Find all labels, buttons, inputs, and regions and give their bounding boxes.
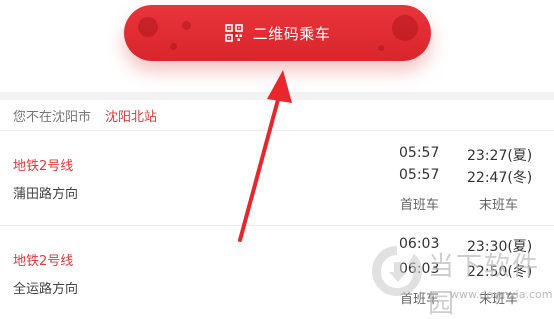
first-train-label: 首班车 xyxy=(400,292,440,307)
first-train-label: 首班车 xyxy=(400,198,440,213)
line-direction: 全运路方向 xyxy=(13,282,79,297)
qr-code-icon xyxy=(224,24,243,42)
decor-bubble xyxy=(170,43,177,50)
last-train-label: 末班车 xyxy=(479,292,519,307)
decor-bubble xyxy=(182,21,191,30)
section-divider xyxy=(0,92,554,100)
decor-bubble xyxy=(378,45,384,51)
last-train-time: 23:30(夏) xyxy=(467,239,533,255)
line-name: 地铁2号线 xyxy=(13,254,74,269)
line-direction: 蒲田路方向 xyxy=(13,187,79,202)
last-train-time: 22:50(冬) xyxy=(467,264,533,280)
line-row[interactable]: 地铁2号线 全运路方向 06:03 23:30(夏) 06:03 22:50(冬… xyxy=(0,226,554,319)
first-train-time: 06:03 xyxy=(399,236,440,252)
line-name: 地铁2号线 xyxy=(13,159,74,174)
decor-bubble xyxy=(392,15,418,41)
qr-ride-label: 二维码乘车 xyxy=(252,24,331,43)
first-train-time: 06:03 xyxy=(399,261,440,277)
last-train-time: 23:27(夏) xyxy=(467,148,533,164)
first-train-time: 05:57 xyxy=(399,145,440,161)
last-train-label: 末班车 xyxy=(479,198,519,213)
station-link[interactable]: 沈阳北站 xyxy=(105,106,157,125)
decor-bubble xyxy=(138,17,158,37)
city-bar: 您不在沈阳市 沈阳北站 xyxy=(0,100,554,131)
last-train-time: 22:47(冬) xyxy=(467,170,533,186)
line-row[interactable]: 地铁2号线 蒲田路方向 05:57 23:27(夏) 05:57 22:47(冬… xyxy=(0,131,554,226)
top-area: 二维码乘车 xyxy=(0,0,554,92)
first-train-time: 05:57 xyxy=(399,167,440,183)
qr-ride-button[interactable]: 二维码乘车 xyxy=(124,5,431,61)
location-notice: 您不在沈阳市 xyxy=(13,109,92,125)
